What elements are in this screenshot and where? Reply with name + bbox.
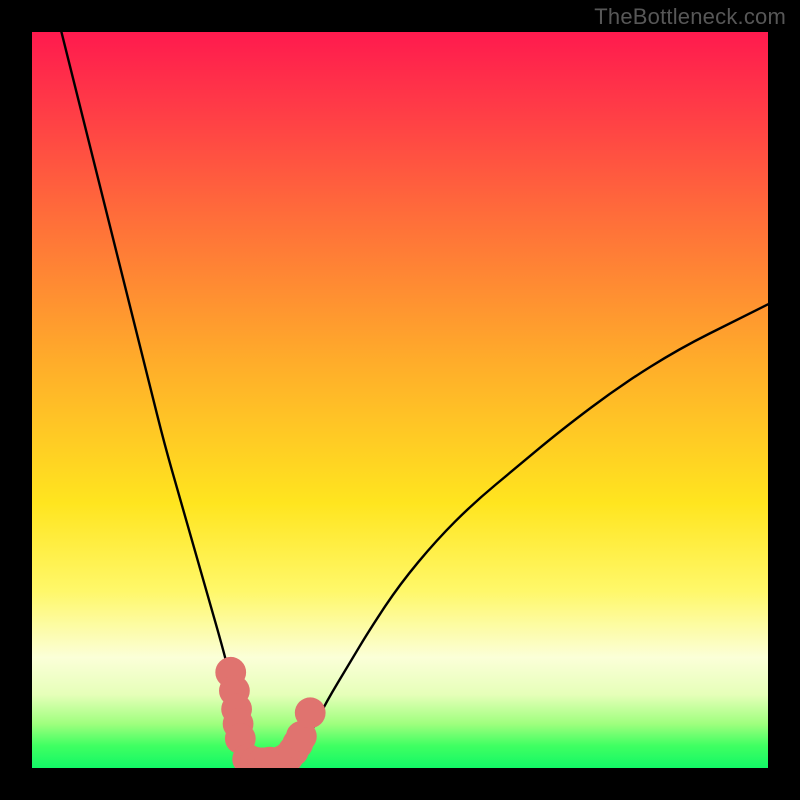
chart-frame: TheBottleneck.com xyxy=(0,0,800,800)
bottleneck-curve xyxy=(61,32,768,764)
marker-dot xyxy=(295,697,326,728)
plot-area xyxy=(32,32,768,768)
highlight-markers xyxy=(215,657,325,768)
watermark-text: TheBottleneck.com xyxy=(594,4,786,30)
chart-svg xyxy=(32,32,768,768)
